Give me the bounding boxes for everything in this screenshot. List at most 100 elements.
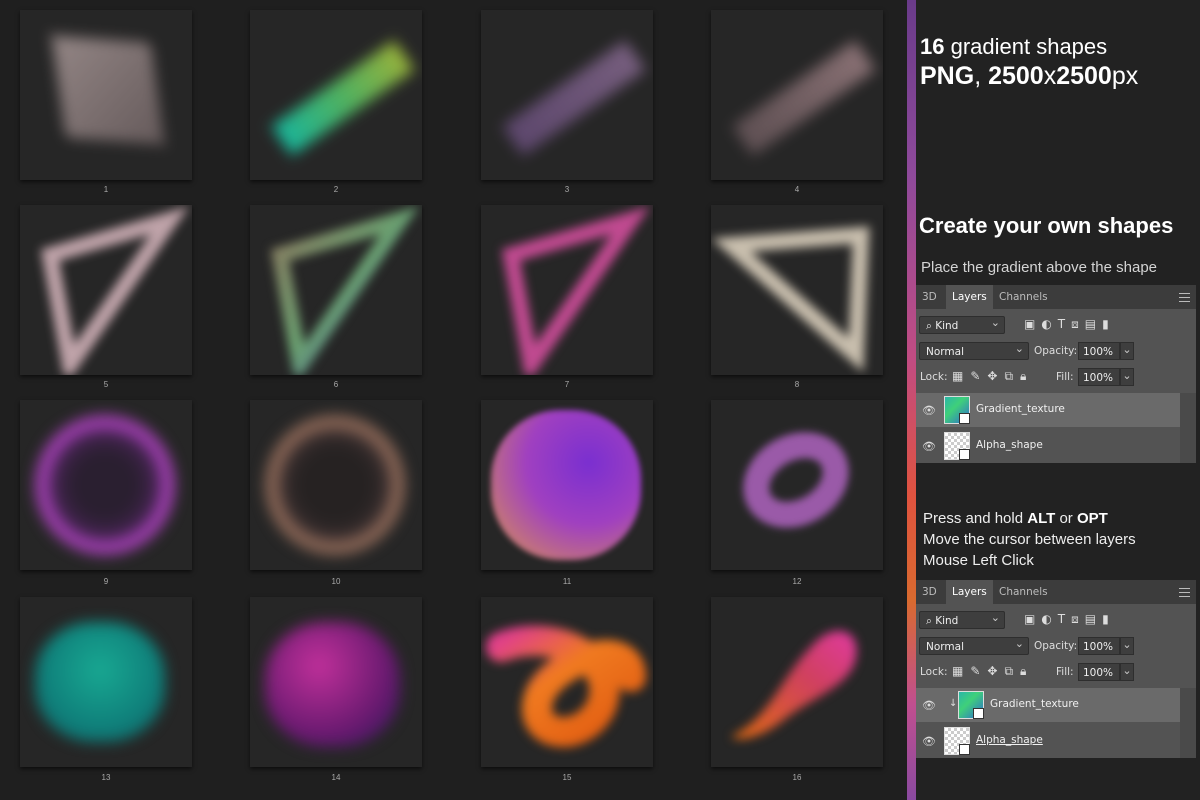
lock-icons[interactable]: ▦✎✥⧉🔒︎: [952, 369, 1033, 384]
layer-thumbnail: [958, 691, 984, 719]
smart-object-icon: [959, 413, 970, 424]
filter-icons[interactable]: ▣◐T⧈▤▮: [1024, 317, 1115, 332]
opacity-dropdown[interactable]: ⌄: [1120, 637, 1134, 655]
tile-number: 13: [101, 773, 111, 782]
layers-scrollbar[interactable]: [1180, 393, 1196, 463]
layer-name[interactable]: Alpha_shape: [976, 734, 1043, 746]
tile-6: [250, 205, 422, 375]
visibility-eye-icon[interactable]: 👁︎: [922, 699, 936, 712]
bar-shape: [502, 40, 646, 156]
step-click: Mouse Left Click: [923, 552, 1034, 569]
bar-shape: [271, 40, 415, 156]
instructions: Press and hold ALT or OPT Move the curso…: [923, 508, 1136, 571]
tile-number: 2: [333, 185, 339, 194]
bar-shape: [732, 40, 876, 156]
smart-object-icon: [959, 744, 970, 755]
opacity-dropdown[interactable]: ⌄: [1120, 342, 1134, 360]
tile-number: 4: [794, 185, 800, 194]
tile-number: 16: [792, 773, 802, 782]
layer-row-alpha[interactable]: 👁︎ Alpha_shape: [916, 724, 1180, 758]
tab-3d[interactable]: 3D: [916, 580, 943, 604]
twisted-shape: [265, 622, 400, 747]
info-panel: 16 gradient shapes PNG, 2500x2500px Crea…: [916, 0, 1200, 800]
panel-tabs: 3D Layers Channels: [916, 285, 1196, 309]
create-title: Create your own shapes: [919, 213, 1174, 238]
tile-11: [481, 400, 653, 570]
opacity-value[interactable]: 100%: [1078, 637, 1120, 655]
layer-name[interactable]: Gradient_texture: [990, 698, 1079, 710]
panel-menu-icon[interactable]: [1179, 293, 1190, 302]
opacity-label: Opacity:: [1034, 345, 1078, 357]
opacity-label: Opacity:: [1034, 640, 1078, 652]
tile-number: 12: [792, 577, 802, 586]
tile-number: 8: [794, 380, 800, 389]
tile-1: [20, 10, 192, 180]
kind-filter-select[interactable]: ⌕ Kind: [919, 314, 1005, 334]
place-note: Place the gradient above the shape: [921, 259, 1158, 276]
tab-layers[interactable]: Layers: [946, 285, 993, 309]
tile-number: 9: [103, 577, 109, 586]
kind-filter-select[interactable]: ⌕ Kind: [919, 609, 1005, 629]
tile-13: [20, 597, 192, 767]
lock-icons[interactable]: ▦✎✥⧉🔒︎: [952, 664, 1033, 679]
triangle-shape: [40, 206, 190, 375]
search-icon: ⌕: [926, 320, 936, 332]
polyhedron-shape: [491, 410, 641, 560]
tile-number: 1: [103, 185, 109, 194]
fill-dropdown[interactable]: ⌄: [1120, 368, 1134, 386]
visibility-eye-icon[interactable]: 👁︎: [922, 735, 936, 748]
smart-object-icon: [959, 449, 970, 460]
layer-thumbnail: [944, 432, 970, 460]
tile-number: 10: [331, 577, 341, 586]
clipping-arrow-icon: ↓: [949, 698, 958, 709]
tab-channels[interactable]: Channels: [993, 580, 1054, 604]
visibility-eye-icon[interactable]: 👁︎: [922, 404, 936, 417]
wave-shape: [731, 630, 857, 739]
tab-3d[interactable]: 3D: [916, 285, 943, 309]
tab-channels[interactable]: Channels: [993, 285, 1054, 309]
layers-panel-before: 3D Layers Channels ⌕ Kind ▣◐T⧈▤▮ Normal …: [916, 285, 1196, 463]
layer-name[interactable]: Gradient_texture: [976, 403, 1065, 415]
tile-12: [711, 400, 883, 570]
opacity-value[interactable]: 100%: [1078, 342, 1120, 360]
cube-shape: [51, 35, 165, 145]
triangle-shape: [711, 226, 870, 373]
shape-grid: 1 2 3 4 5 6 7 8 9 10 11 12 13 14 15 16: [0, 0, 907, 800]
fill-value[interactable]: 100%: [1078, 663, 1120, 681]
layers-scrollbar[interactable]: [1180, 688, 1196, 758]
tile-number: 6: [333, 380, 339, 389]
fill-dropdown[interactable]: ⌄: [1120, 663, 1134, 681]
visibility-eye-icon[interactable]: 👁︎: [922, 440, 936, 453]
search-icon: ⌕: [926, 615, 936, 627]
panel-menu-icon[interactable]: [1179, 588, 1190, 597]
tile-8: [711, 205, 883, 375]
layer-row-gradient[interactable]: 👁︎ Gradient_texture: [916, 393, 1180, 427]
tab-layers[interactable]: Layers: [946, 580, 993, 604]
tile-14: [250, 597, 422, 767]
tile-number: 11: [562, 577, 572, 586]
blend-mode-select[interactable]: Normal: [919, 635, 1029, 655]
fill-label: Fill:: [1056, 371, 1074, 383]
layer-row-gradient[interactable]: 👁︎ ↓ Gradient_texture: [916, 688, 1180, 722]
tile-number: 15: [562, 773, 572, 782]
layer-name[interactable]: Alpha_shape: [976, 439, 1043, 451]
layers-panel-after: 3D Layers Channels ⌕ Kind ▣◐T⧈▤▮ Normal …: [916, 580, 1196, 758]
step-press-hold: Press and hold ALT or OPT: [923, 510, 1108, 527]
headline-format: PNG, 2500x2500px: [920, 62, 1139, 90]
tile-number: 7: [564, 380, 570, 389]
blend-mode-select[interactable]: Normal: [919, 340, 1029, 360]
triangle-shape: [270, 206, 420, 375]
tile-number: 3: [564, 185, 570, 194]
sphere-shape: [265, 415, 405, 555]
tile-4: [711, 10, 883, 180]
fill-value[interactable]: 100%: [1078, 368, 1120, 386]
tile-5: [20, 205, 192, 375]
filter-icons[interactable]: ▣◐T⧈▤▮: [1024, 612, 1115, 627]
tile-number: 14: [331, 773, 341, 782]
lock-label: Lock:: [920, 371, 948, 383]
gradient-stripe: [907, 0, 916, 800]
tile-16: [711, 597, 883, 767]
layer-row-alpha[interactable]: 👁︎ Alpha_shape: [916, 429, 1180, 463]
smart-object-icon: [973, 708, 984, 719]
panel-tabs: 3D Layers Channels: [916, 580, 1196, 604]
